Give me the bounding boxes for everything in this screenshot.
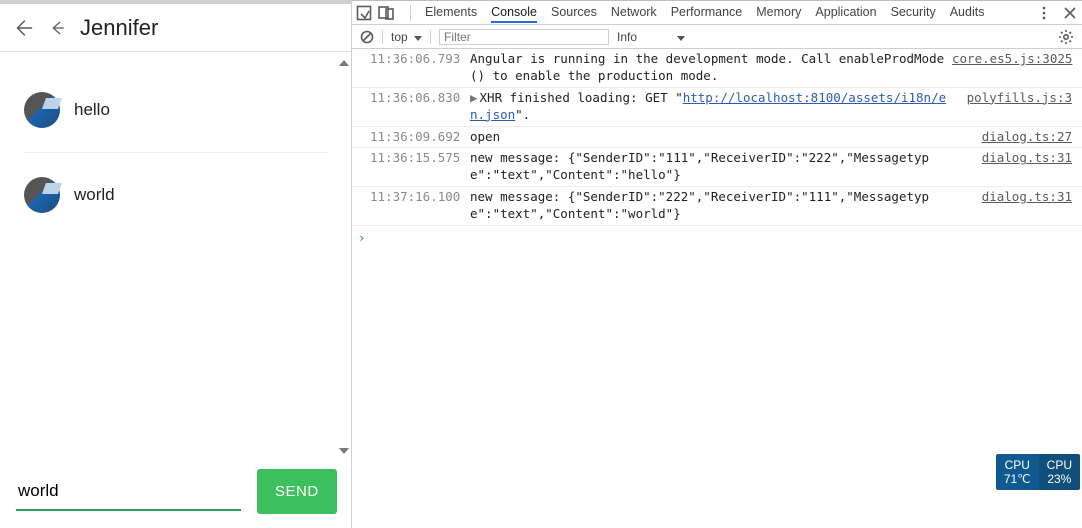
scroll-down-icon[interactable] [339, 448, 349, 454]
composer: SEND [0, 461, 351, 528]
device-toggle-icon[interactable] [378, 5, 394, 21]
message-input[interactable] [16, 473, 241, 511]
console-row: 11:36:15.575new message: {"SenderID":"11… [352, 148, 1082, 187]
console-row: 11:36:06.793Angular is running in the de… [352, 49, 1082, 88]
avatar [24, 92, 60, 128]
console-row: 11:37:16.100new message: {"SenderID":"22… [352, 187, 1082, 226]
cpu-util-value: 23% [1047, 472, 1071, 486]
clear-console-icon[interactable] [360, 30, 374, 44]
cpu-temp-value: 71℃ [1004, 472, 1031, 486]
tab-audits[interactable]: Audits [950, 2, 985, 23]
tab-performance[interactable]: Performance [671, 2, 743, 23]
message-item: world [24, 153, 327, 237]
console-source-link[interactable]: dialog.ts:31 [982, 150, 1072, 165]
console-timestamp: 11:37:16.100 [370, 189, 470, 223]
console-timestamp: 11:36:06.830 [370, 90, 470, 124]
console-source-link[interactable]: dialog.ts:27 [982, 129, 1072, 144]
settings-icon[interactable] [1058, 29, 1074, 45]
cpu-temp-label: CPU [1004, 458, 1031, 472]
console-message: Angular is running in the development mo… [470, 51, 952, 85]
devtools-tabbar: Elements Console Sources Network Perform… [352, 1, 1082, 25]
contact-name: Jennifer [80, 15, 158, 41]
send-button[interactable]: SEND [257, 469, 337, 514]
tab-security[interactable]: Security [891, 2, 936, 23]
level-selector[interactable]: Info [617, 30, 685, 44]
console-source-link[interactable]: dialog.ts:31 [982, 189, 1072, 204]
message-text: hello [74, 100, 110, 120]
message-item: hello [24, 68, 327, 153]
console-source-link[interactable]: core.es5.js:3025 [952, 51, 1072, 66]
level-label: Info [617, 30, 637, 44]
inspect-icon[interactable] [356, 5, 372, 21]
tab-network[interactable]: Network [611, 2, 657, 23]
xhr-url[interactable]: http://localhost:8100/assets/i18n/en.jso… [470, 90, 946, 122]
scrollbar[interactable] [337, 56, 351, 458]
devtools-pane: Elements Console Sources Network Perform… [352, 0, 1082, 528]
message-text: world [74, 185, 115, 205]
separator [430, 30, 431, 44]
cpu-util-badge: CPU 23% [1039, 454, 1080, 490]
message-list: hello world [0, 52, 351, 461]
perf-overlay: CPU 71℃ CPU 23% [996, 454, 1080, 490]
separator [382, 30, 383, 44]
scroll-up-icon[interactable] [339, 60, 349, 66]
console-message: new message: {"SenderID":"222","Receiver… [470, 189, 952, 223]
cpu-temp-badge: CPU 71℃ [996, 454, 1039, 490]
expand-caret-icon[interactable]: ▶ [470, 90, 478, 105]
tab-elements[interactable]: Elements [425, 2, 477, 23]
console-output[interactable]: 11:36:06.793Angular is running in the de… [352, 49, 1082, 528]
console-prompt[interactable]: › [352, 226, 1082, 247]
chat-app-pane: Jennifer hello world SEND [0, 0, 352, 528]
console-row: 11:36:09.692open dialog.ts:27 [352, 127, 1082, 149]
console-timestamp: 11:36:09.692 [370, 129, 470, 146]
back-icon[interactable] [12, 17, 34, 39]
chat-header: Jennifer [0, 4, 351, 52]
tab-application[interactable]: Application [815, 2, 876, 23]
back-arrow-icon[interactable] [48, 19, 66, 37]
console-source-link[interactable]: polyfills.js:3 [967, 90, 1072, 105]
filter-input[interactable] [439, 29, 609, 45]
console-row: 11:36:06.830▶XHR finished loading: GET "… [352, 88, 1082, 127]
tab-memory[interactable]: Memory [756, 2, 801, 23]
tab-console[interactable]: Console [491, 2, 537, 23]
chevron-down-icon [677, 36, 685, 41]
chevron-down-icon [414, 36, 422, 41]
console-toolbar: top Info [352, 25, 1082, 49]
close-icon[interactable] [1062, 5, 1078, 21]
tab-sources[interactable]: Sources [551, 2, 597, 23]
console-timestamp: 11:36:15.575 [370, 150, 470, 184]
console-message: open [470, 129, 952, 146]
more-icon[interactable] [1036, 5, 1052, 21]
console-timestamp: 11:36:06.793 [370, 51, 470, 85]
console-message: ▶XHR finished loading: GET "http://local… [470, 90, 952, 124]
avatar [24, 177, 60, 213]
context-selector[interactable]: top [391, 30, 422, 44]
context-label: top [391, 30, 408, 44]
separator [410, 5, 411, 21]
cpu-util-label: CPU [1047, 458, 1072, 472]
console-message: new message: {"SenderID":"111","Receiver… [470, 150, 952, 184]
